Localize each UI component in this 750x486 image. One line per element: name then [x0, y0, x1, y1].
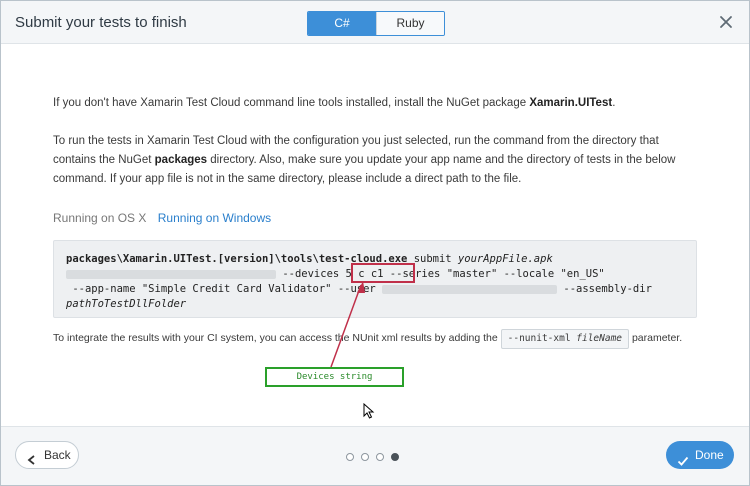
chevron-left-icon	[26, 449, 38, 475]
back-button[interactable]: Back	[15, 441, 79, 469]
devices-string-annotation: Devices string	[265, 367, 404, 387]
done-button[interactable]: Done	[666, 441, 734, 469]
submit-tests-dialog: Submit your tests to finish C# Ruby If y…	[0, 0, 750, 486]
mouse-cursor-icon	[363, 402, 375, 424]
page-dot-4[interactable]	[391, 453, 399, 461]
checkmark-icon	[677, 449, 689, 477]
page-dot-2[interactable]	[361, 453, 369, 461]
page-indicator	[346, 453, 399, 461]
page-dot-1[interactable]	[346, 453, 354, 461]
annotation-arrow-icon	[330, 281, 365, 368]
dialog-footer: Back Done	[1, 426, 749, 485]
done-label: Done	[695, 448, 724, 462]
back-label: Back	[44, 448, 71, 462]
page-dot-3[interactable]	[376, 453, 384, 461]
